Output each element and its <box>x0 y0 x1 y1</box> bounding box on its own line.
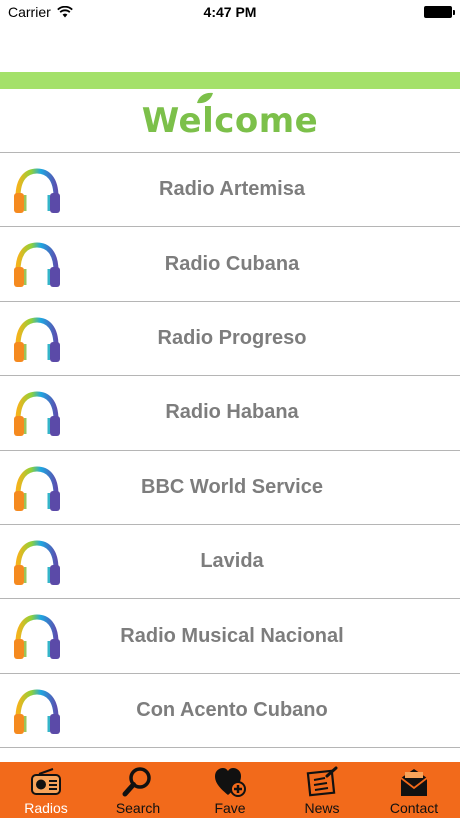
station-name: BBC World Service <box>141 475 323 498</box>
headphones-icon <box>14 391 60 437</box>
leaf-icon <box>196 92 213 103</box>
news-icon <box>306 766 338 797</box>
tab-contact[interactable]: Contact <box>368 762 460 818</box>
headphones-icon <box>14 168 60 213</box>
tab-bar: Radios Search Fave News Contact <box>0 762 460 818</box>
heart-plus-icon <box>215 768 246 797</box>
carrier-label: Carrier <box>8 4 51 20</box>
headphones-icon <box>14 242 60 288</box>
station-name: Con Acento Cubano <box>136 698 328 721</box>
welcome-logo: Welcome <box>141 92 319 141</box>
station-list: Radio Artemisa Radio Cubana Radio Progre… <box>0 153 460 749</box>
station-row[interactable]: BBC World Service <box>0 451 460 525</box>
headphones-icon <box>14 540 60 585</box>
tab-radios[interactable]: Radios <box>0 762 92 818</box>
station-name: Radio Artemisa <box>159 178 305 201</box>
tab-label: Search <box>115 800 161 816</box>
station-row[interactable]: Con Acento Cubano <box>0 674 460 749</box>
station-row[interactable]: Radio Habana <box>0 376 460 451</box>
headphones-icon <box>14 689 60 734</box>
headphones-icon <box>14 466 60 511</box>
tab-search[interactable]: Search <box>92 762 184 818</box>
station-row[interactable]: Radio Cubana <box>0 227 460 302</box>
carrier-group: Carrier <box>8 4 73 20</box>
accent-strip <box>0 72 460 89</box>
status-bar: Carrier 4:47 PM <box>0 0 460 24</box>
wifi-icon <box>56 6 73 18</box>
headphones-icon <box>14 317 60 362</box>
tab-label: Radios <box>24 800 68 816</box>
station-name: Lavida <box>200 550 264 573</box>
station-name: Radio Habana <box>165 401 299 424</box>
tab-label: Contact <box>389 800 439 816</box>
tab-news[interactable]: News <box>276 762 368 818</box>
tab-fave[interactable]: Fave <box>184 762 276 818</box>
station-name: Radio Musical Nacional <box>120 624 344 647</box>
station-row[interactable]: Radio Artemisa <box>0 153 460 228</box>
envelope-icon <box>400 769 428 796</box>
station-name: Radio Cubana <box>164 252 300 275</box>
headphones-icon <box>14 614 60 660</box>
battery-icon <box>424 6 455 18</box>
station-row[interactable]: Lavida <box>0 525 460 600</box>
welcome-title: Welcome <box>141 100 319 141</box>
radio-icon <box>31 768 61 795</box>
station-name: Radio Progreso <box>157 326 307 349</box>
welcome-header: Welcome <box>0 89 460 153</box>
station-row[interactable]: Radio Progreso <box>0 302 460 377</box>
magnifier-icon <box>122 767 151 797</box>
tab-label: Fave <box>214 800 246 816</box>
tab-label: News <box>304 800 340 816</box>
station-row[interactable]: Radio Musical Nacional <box>0 599 460 674</box>
